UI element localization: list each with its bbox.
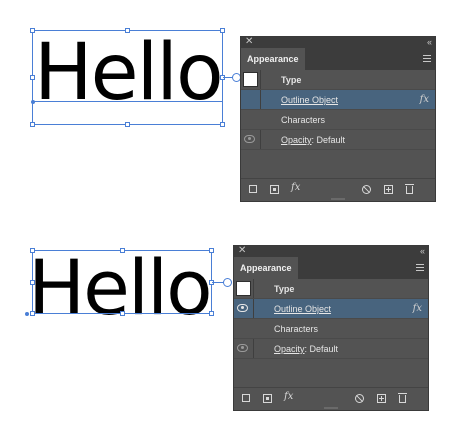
- panel-resize-grip[interactable]: [331, 198, 345, 200]
- panel-menu-icon[interactable]: [423, 55, 431, 62]
- panel-resize-grip[interactable]: [324, 407, 338, 409]
- close-icon[interactable]: ✕: [245, 36, 253, 48]
- row-opacity-label[interactable]: Opacity: Default: [274, 339, 338, 359]
- visibility-eye-icon[interactable]: [244, 135, 255, 143]
- panel-menu-icon[interactable]: [416, 264, 424, 271]
- fx-icon[interactable]: fx: [413, 299, 422, 319]
- row-divider: [260, 70, 261, 89]
- panel-tab-strip: Appearance: [241, 48, 435, 70]
- duplicate-item-icon[interactable]: [384, 185, 393, 194]
- panel-footer: fx: [241, 178, 435, 201]
- panel-title-bar[interactable]: ✕ ‹‹: [241, 36, 435, 48]
- row-type[interactable]: Type: [234, 279, 428, 299]
- row-characters-label: Characters: [274, 324, 319, 334]
- resize-handle-tl[interactable]: [30, 28, 35, 33]
- row-divider: [260, 130, 261, 149]
- row-divider: [260, 90, 261, 109]
- row-outline-object-label[interactable]: Outline Object: [281, 90, 338, 110]
- row-divider: [253, 279, 254, 298]
- delete-icon[interactable]: [398, 393, 407, 403]
- add-new-fill-icon[interactable]: [270, 185, 279, 194]
- visibility-eye-icon[interactable]: [237, 304, 248, 312]
- add-new-stroke-icon[interactable]: [249, 185, 257, 193]
- text-anchor-point: [25, 312, 29, 316]
- row-opacity[interactable]: Opacity: Default: [241, 130, 435, 150]
- clear-appearance-icon[interactable]: [355, 394, 364, 403]
- resize-handle-bm[interactable]: [120, 311, 125, 316]
- tab-appearance[interactable]: Appearance: [241, 48, 305, 70]
- close-icon[interactable]: ✕: [238, 245, 246, 257]
- row-opacity-label[interactable]: Opacity: Default: [281, 130, 345, 150]
- resize-handle-ml[interactable]: [30, 280, 35, 285]
- resize-handle-ml[interactable]: [30, 75, 35, 80]
- resize-handle-bm[interactable]: [125, 122, 130, 127]
- clear-appearance-icon[interactable]: [362, 185, 371, 194]
- row-opacity[interactable]: Opacity: Default: [234, 339, 428, 359]
- row-type[interactable]: Type: [241, 70, 435, 90]
- resize-handle-tl[interactable]: [30, 248, 35, 253]
- panel-tab-strip: Appearance: [234, 257, 428, 279]
- collapse-icon[interactable]: ‹‹: [427, 36, 432, 48]
- selection-bounding-box[interactable]: [32, 250, 212, 314]
- resize-handle-tr[interactable]: [220, 28, 225, 33]
- row-outline-object-label[interactable]: Outline Object: [274, 299, 331, 319]
- appearance-panel: ✕ ‹‹ Appearance Type Outline Object fx C…: [240, 36, 436, 202]
- resize-handle-bl[interactable]: [30, 122, 35, 127]
- panel-footer: fx: [234, 387, 428, 410]
- row-outline-object[interactable]: Outline Object fx: [234, 299, 428, 319]
- resize-handle-br[interactable]: [220, 122, 225, 127]
- duplicate-item-icon[interactable]: [377, 394, 386, 403]
- add-effect-icon[interactable]: fx: [284, 391, 293, 402]
- row-type-label: Type: [274, 284, 295, 294]
- type-swatch: [236, 281, 251, 296]
- appearance-panel: ✕ ‹‹ Appearance Type Outline Object fx C…: [233, 245, 429, 411]
- panel-title-bar[interactable]: ✕ ‹‹: [234, 245, 428, 257]
- resize-handle-tm[interactable]: [125, 28, 130, 33]
- collapse-icon[interactable]: ‹‹: [420, 245, 425, 257]
- baseline-guide: [33, 101, 223, 102]
- row-characters-label: Characters: [281, 115, 326, 125]
- add-effect-icon[interactable]: fx: [291, 182, 300, 193]
- row-characters[interactable]: Characters: [234, 319, 428, 339]
- row-type-label: Type: [281, 75, 302, 85]
- selection-bounding-box[interactable]: [32, 30, 223, 125]
- resize-handle-tr[interactable]: [209, 248, 214, 253]
- row-characters[interactable]: Characters: [241, 110, 435, 130]
- resize-handle-br[interactable]: [209, 311, 214, 316]
- add-new-stroke-icon[interactable]: [242, 394, 250, 402]
- text-thread-port[interactable]: [223, 278, 232, 287]
- resize-handle-bl[interactable]: [30, 311, 35, 316]
- visibility-eye-icon[interactable]: [237, 344, 248, 352]
- row-outline-object[interactable]: Outline Object fx: [241, 90, 435, 110]
- row-divider: [253, 299, 254, 318]
- type-swatch: [243, 72, 258, 87]
- resize-handle-tm[interactable]: [120, 248, 125, 253]
- fx-icon[interactable]: fx: [420, 90, 429, 110]
- tab-appearance[interactable]: Appearance: [234, 257, 298, 279]
- delete-icon[interactable]: [405, 184, 414, 194]
- add-new-fill-icon[interactable]: [263, 394, 272, 403]
- row-divider: [253, 339, 254, 358]
